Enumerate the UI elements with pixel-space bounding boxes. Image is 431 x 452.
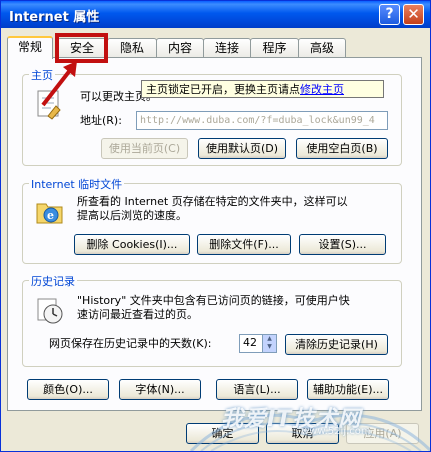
use-default-button[interactable]: 使用默认页(D) — [198, 138, 286, 159]
history-days-value: 42 — [243, 336, 257, 349]
tab-general[interactable]: 常规 — [7, 36, 53, 59]
temp-description-2: 提高以后浏览的速度。 — [77, 209, 187, 222]
tab-content[interactable]: 内容 — [156, 38, 204, 57]
home-address-input[interactable]: http://www.duba.com/?f=duba_lock&un99_4 — [136, 111, 388, 130]
spin-down-icon[interactable]: ▼ — [263, 343, 276, 351]
delete-files-button[interactable]: 删除文件(F)... — [197, 234, 291, 255]
tab-connections[interactable]: 连接 — [203, 38, 251, 57]
spin-up-icon[interactable]: ▲ — [263, 335, 276, 343]
spinner-buttons: ▲ ▼ — [262, 335, 276, 352]
temp-description-1: 所查看的 Internet 页存储在特定的文件夹中，这样可以 — [77, 195, 348, 208]
use-blank-button[interactable]: 使用空白页(B) — [296, 138, 388, 159]
help-button[interactable]: ? — [379, 4, 400, 25]
internet-properties-window: Internet 属性 ? ✕ 常规 安全 隐私 内容 连接 程序 高级 主页 … — [0, 0, 431, 452]
history-days-spinner[interactable]: 42 ▲ ▼ — [239, 334, 277, 353]
colors-button[interactable]: 颜色(O)... — [27, 379, 109, 400]
tab-privacy[interactable]: 隐私 — [107, 38, 157, 57]
history-icon — [37, 298, 63, 324]
history-description-2: 速访问最近查看过的页。 — [77, 308, 198, 321]
ok-button[interactable]: 确定 — [186, 423, 259, 444]
settings-button[interactable]: 设置(S)... — [299, 234, 386, 255]
clear-history-button[interactable]: 清除历史记录(H) — [285, 334, 388, 355]
temp-group-title: Internet 临时文件 — [29, 176, 125, 192]
delete-cookies-button[interactable]: 删除 Cookies(I)... — [74, 234, 190, 255]
window-title: Internet 属性 — [9, 10, 100, 25]
question-icon: ? — [385, 6, 394, 22]
history-group-title: 历史记录 — [29, 273, 77, 289]
tooltip-text: 主页锁定已开启，更换主页请点 — [146, 83, 300, 96]
languages-button[interactable]: 语言(L)... — [216, 379, 298, 400]
svg-text:e: e — [47, 209, 54, 222]
home-lock-tooltip: 主页锁定已开启，更换主页请点修改主页 — [141, 80, 384, 98]
accessibility-button[interactable]: 辅助功能(E)... — [307, 379, 389, 400]
tab-advanced[interactable]: 高级 — [298, 38, 346, 57]
history-days-label: 网页保存在历史记录中的天数(K): — [49, 337, 212, 350]
modify-home-link[interactable]: 修改主页 — [300, 83, 344, 96]
use-current-button[interactable]: 使用当前页(C) — [101, 138, 188, 159]
title-bar[interactable]: Internet 属性 ? ✕ — [1, 1, 430, 28]
address-label: 地址(R): — [80, 114, 122, 127]
close-icon: ✕ — [407, 5, 420, 23]
security-tab-highlight — [55, 33, 108, 63]
history-description-1: "History" 文件夹中包含有已访问页的链接，可使用户快 — [77, 294, 350, 307]
fonts-button[interactable]: 字体(N)... — [119, 379, 201, 400]
watermark-url: www.52ij.com — [301, 426, 371, 437]
red-arrow-icon — [41, 61, 77, 107]
tab-programs[interactable]: 程序 — [250, 38, 299, 57]
temp-files-icon: e — [36, 203, 63, 224]
close-button[interactable]: ✕ — [403, 4, 424, 25]
